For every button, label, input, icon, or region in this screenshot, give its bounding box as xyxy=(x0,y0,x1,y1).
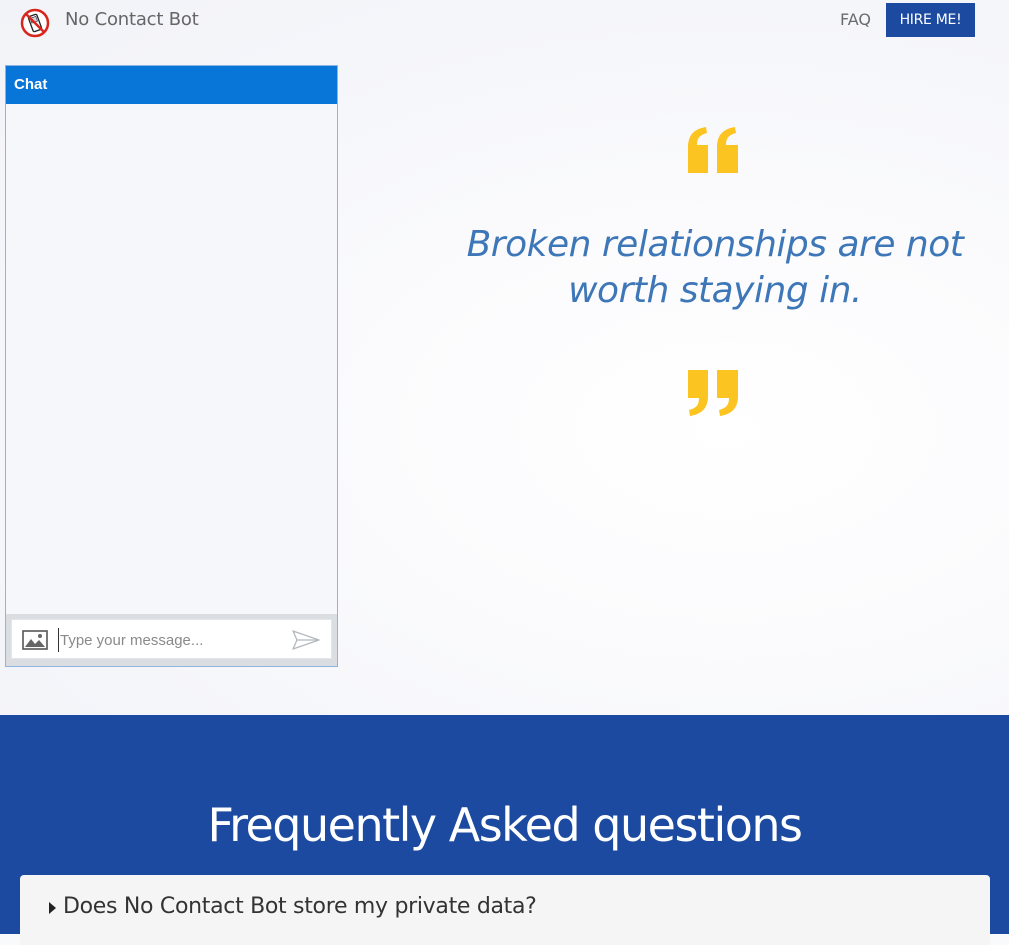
hire-me-button[interactable]: HIRE ME! xyxy=(886,3,975,37)
faq-title: Frequently Asked questions xyxy=(207,798,803,852)
chat-messages-area xyxy=(6,104,337,614)
chat-widget: Chat xyxy=(5,65,338,667)
brand-name[interactable]: No Contact Bot xyxy=(65,9,199,30)
top-navbar: No Contact Bot FAQ HIRE ME! xyxy=(0,0,1009,48)
open-quote-icon xyxy=(688,127,738,173)
send-icon[interactable] xyxy=(291,629,321,651)
chat-message-input[interactable] xyxy=(58,628,280,652)
close-quote-icon xyxy=(688,370,738,416)
faq-question: Does No Contact Bot store my private dat… xyxy=(63,894,537,919)
chat-input-container xyxy=(11,619,332,659)
image-upload-icon[interactable] xyxy=(22,630,48,650)
caret-right-icon xyxy=(49,902,56,914)
hero-quote: Broken relationships are not worth stayi… xyxy=(466,224,964,311)
faq-item[interactable]: Does No Contact Bot store my private dat… xyxy=(20,875,990,945)
faq-section: Frequently Asked questions Does No Conta… xyxy=(0,715,1009,945)
chat-input-bar xyxy=(6,614,337,666)
chat-header: Chat xyxy=(6,66,337,104)
nav-faq-link[interactable]: FAQ xyxy=(840,10,871,29)
no-phone-logo-icon[interactable] xyxy=(20,8,50,38)
